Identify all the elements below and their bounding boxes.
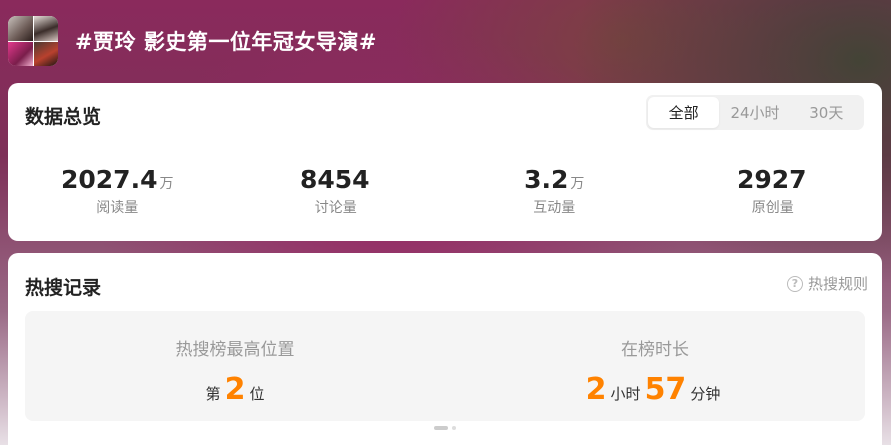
stat-label: 讨论量 bbox=[314, 200, 357, 216]
peak-position-label: 热搜榜最高位置 bbox=[175, 340, 295, 360]
stat-label: 互动量 bbox=[533, 200, 576, 216]
overview-card: 数据总览 全部 24小时 30天 2027.4 万 阅读量 8454 讨论量 3.… bbox=[8, 83, 882, 241]
peak-position: 热搜榜最高位置 第 2 位 bbox=[25, 311, 445, 421]
on-list-duration: 在榜时长 2 小时 57 分钟 bbox=[445, 311, 865, 421]
stat-interactions: 3.2 万 互动量 bbox=[445, 165, 664, 217]
topic-title: #贾玲 影史第一位年冠女导演# bbox=[75, 30, 378, 54]
stats-row: 2027.4 万 阅读量 8454 讨论量 3.2 万 互动量 2927 原创量 bbox=[8, 165, 882, 217]
thumbnail-image-1 bbox=[8, 16, 33, 41]
pager-dot bbox=[452, 426, 456, 430]
rules-label: 热搜规则 bbox=[807, 275, 868, 293]
tab-24h[interactable]: 24小时 bbox=[719, 97, 790, 128]
duration-hours-unit: 小时 bbox=[610, 385, 641, 403]
overview-title: 数据总览 bbox=[25, 106, 102, 128]
stat-reads: 2027.4 万 阅读量 bbox=[8, 165, 227, 217]
duration-label: 在榜时长 bbox=[621, 340, 689, 360]
stat-value: 8454 bbox=[299, 165, 370, 194]
stat-label: 原创量 bbox=[751, 200, 794, 216]
pager-dot-active bbox=[434, 426, 448, 430]
duration-minutes: 57 bbox=[644, 372, 687, 407]
topic-thumbnail[interactable] bbox=[8, 16, 58, 66]
thumbnail-image-2 bbox=[33, 16, 58, 41]
question-circle-icon: ? bbox=[786, 275, 803, 292]
stat-value: 2927 bbox=[736, 165, 807, 194]
thumbnail-image-3 bbox=[8, 41, 33, 66]
peak-value: 2 bbox=[224, 372, 246, 407]
stat-unit: 万 bbox=[570, 176, 585, 192]
hot-search-card: 热搜记录 ? 热搜规则 热搜榜最高位置 第 2 位 在榜时长 2 小时 57 分… bbox=[8, 253, 882, 445]
stat-value: 2027.4 bbox=[61, 165, 158, 194]
pager-indicator bbox=[434, 426, 456, 430]
topic-header: #贾玲 影史第一位年冠女导演# bbox=[8, 15, 883, 67]
stat-unit: 万 bbox=[159, 176, 174, 192]
hot-search-title: 热搜记录 bbox=[25, 277, 102, 299]
stat-label: 阅读量 bbox=[96, 200, 139, 216]
duration-minutes-unit: 分钟 bbox=[690, 385, 721, 403]
tab-30d[interactable]: 30天 bbox=[791, 97, 862, 128]
thumbnail-image-4 bbox=[33, 41, 58, 66]
peak-prefix: 第 bbox=[205, 385, 221, 403]
hot-search-rules-link[interactable]: ? 热搜规则 bbox=[786, 273, 868, 294]
peak-suffix: 位 bbox=[249, 385, 265, 403]
tab-all[interactable]: 全部 bbox=[648, 97, 720, 128]
duration-hours: 2 bbox=[585, 372, 607, 407]
stat-value: 3.2 bbox=[524, 165, 569, 194]
hot-search-stats: 热搜榜最高位置 第 2 位 在榜时长 2 小时 57 分钟 bbox=[25, 311, 865, 421]
time-range-tabs: 全部 24小时 30天 bbox=[646, 95, 864, 130]
stat-original: 2927 原创量 bbox=[664, 165, 883, 217]
stat-discussions: 8454 讨论量 bbox=[227, 165, 446, 217]
